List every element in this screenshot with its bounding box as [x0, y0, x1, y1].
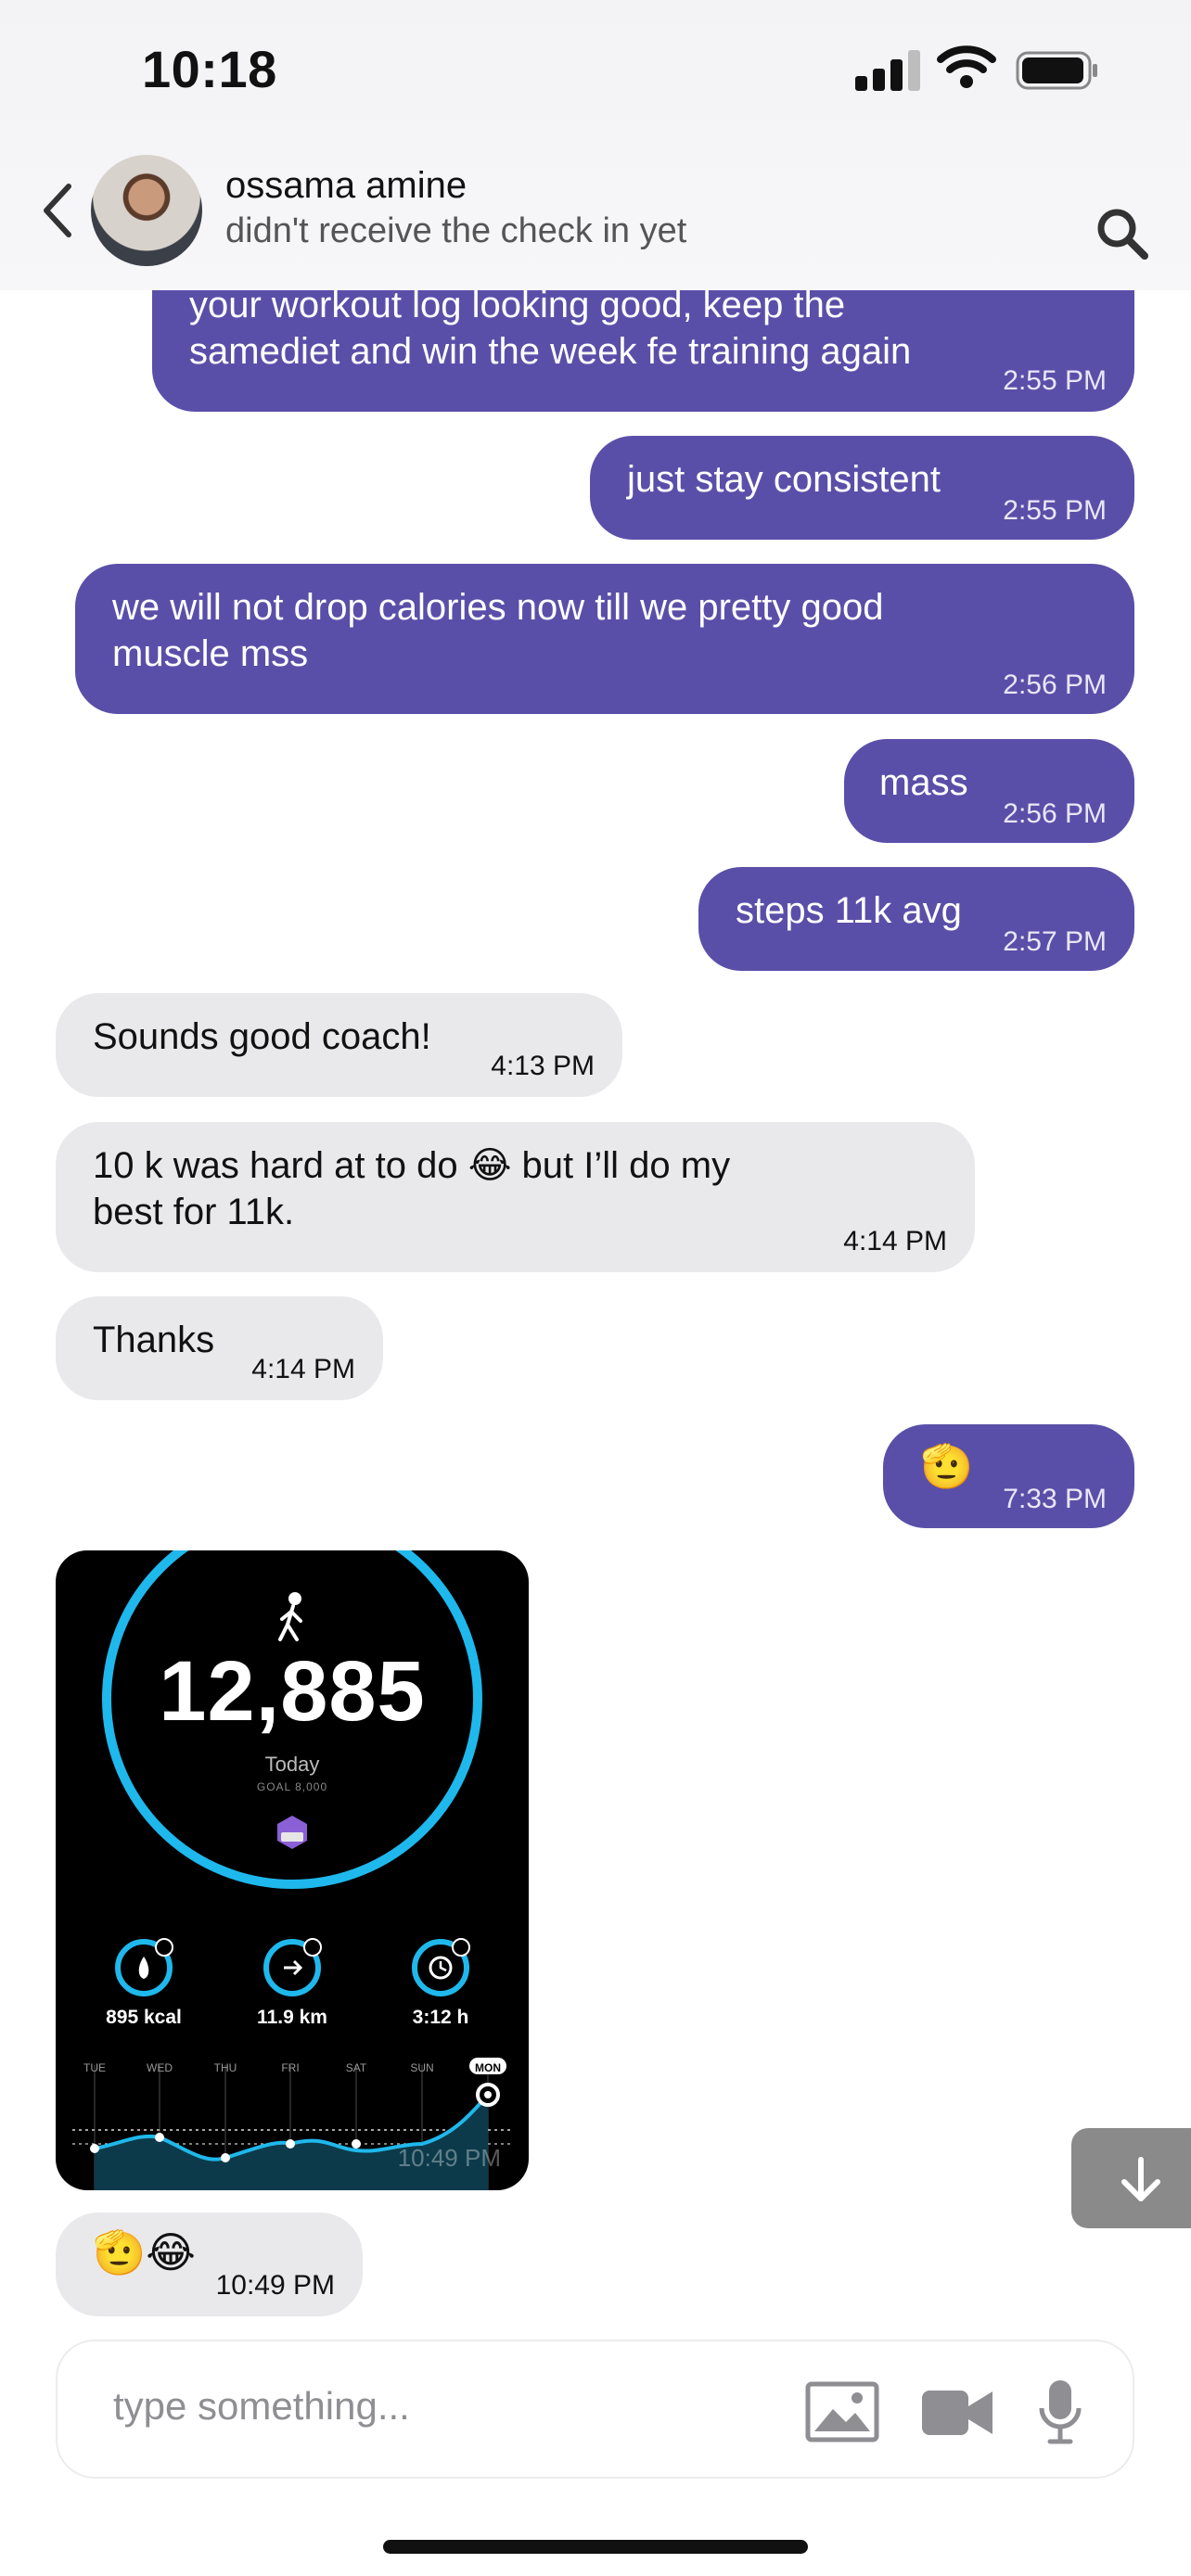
steps-count: 12,885 — [159, 1644, 426, 1739]
message-text: 10 k was hard at to do 😂 but I’ll do my … — [93, 1145, 731, 1232]
day-label: SAT — [345, 2061, 367, 2074]
message-time: 4:14 PM — [251, 1354, 355, 1384]
message-bubble[interactable]: just stay consistent 2:55 PM — [590, 436, 1134, 540]
back-chevron-icon[interactable] — [37, 181, 78, 240]
message-text: Thanks — [93, 1320, 215, 1360]
microphone-icon[interactable] — [1037, 2378, 1083, 2445]
message-text: 🫡 — [920, 1442, 974, 1490]
day-label: THU — [213, 2061, 237, 2074]
message-text: we will not drop calories now till we pr… — [112, 587, 884, 674]
search-icon[interactable] — [1095, 206, 1150, 261]
message-text: steps 11k avg — [736, 890, 962, 931]
image-time-overlay: 10:49 PM — [397, 2144, 501, 2172]
message-bubble[interactable]: mass 2:56 PM — [844, 739, 1134, 843]
steps-period: Today — [264, 1753, 320, 1776]
header-bar: 10:18 ossama amine didn't receive the ch… — [0, 0, 1191, 290]
message-bubble[interactable]: 10 k was hard at to do 😂 but I’ll do my … — [56, 1122, 975, 1272]
stat-calories: 895 kcal — [106, 2007, 182, 2028]
activity-image[interactable]: 12,885 Today GOAL 8,000 895 kcal 11.9 km… — [56, 1550, 529, 2190]
image-icon[interactable] — [805, 2381, 879, 2442]
message-time: 7:33 PM — [1003, 1484, 1107, 1514]
flame-icon — [138, 1957, 149, 1979]
message-input[interactable]: type something... — [113, 2384, 410, 2429]
day-label: WED — [147, 2061, 173, 2074]
message-bubble[interactable]: 🫡 7:33 PM — [883, 1424, 1134, 1528]
message-bubble[interactable]: steps 11k avg 2:57 PM — [698, 867, 1134, 971]
message-time: 2:55 PM — [1003, 365, 1107, 396]
message-bubble[interactable]: we will not drop calories now till we pr… — [75, 564, 1134, 714]
message-time: 2:57 PM — [1003, 926, 1107, 957]
battery-icon — [1016, 51, 1097, 90]
arrow-down-icon — [1121, 2157, 1160, 2201]
stat-duration: 3:12 h — [412, 2007, 469, 2028]
message-time: 2:56 PM — [1003, 670, 1107, 700]
day-label: SUN — [410, 2061, 434, 2074]
message-time: 4:14 PM — [843, 1226, 947, 1256]
steps-goal: GOAL 8,000 — [256, 1780, 328, 1793]
message-text: just stay consistent — [627, 459, 941, 500]
scroll-to-bottom-button[interactable] — [1071, 2128, 1191, 2228]
day-label: FRI — [281, 2061, 300, 2074]
video-camera-icon[interactable] — [922, 2388, 992, 2438]
contact-avatar[interactable] — [91, 155, 202, 266]
message-time: 4:13 PM — [491, 1051, 595, 1081]
message-text: 🫡😂 — [93, 2228, 197, 2276]
message-time: 2:56 PM — [1003, 798, 1107, 829]
contact-name[interactable]: ossama amine — [225, 165, 467, 207]
home-indicator[interactable] — [383, 2540, 808, 2554]
arrow-icon — [284, 1959, 303, 1976]
message-composer[interactable]: type something... — [56, 2340, 1134, 2479]
message-text: your workout log looking good, keep the … — [189, 285, 912, 372]
message-bubble[interactable]: Sounds good coach! 4:13 PM — [56, 993, 622, 1097]
stat-distance: 11.9 km — [257, 2007, 327, 2028]
message-time: 10:49 PM — [215, 2270, 335, 2301]
message-bubble[interactable]: Thanks 4:14 PM — [56, 1296, 383, 1400]
day-label: MON — [475, 2061, 501, 2074]
wifi-icon — [937, 45, 996, 88]
contact-subtitle: didn't receive the check in yet — [225, 211, 687, 250]
message-time: 2:55 PM — [1003, 495, 1107, 526]
signal-icon — [855, 48, 922, 91]
status-time: 10:18 — [142, 40, 277, 98]
message-text: mass — [879, 762, 968, 803]
message-bubble[interactable]: 🫡😂 10:49 PM — [56, 2213, 363, 2316]
day-label: TUE — [83, 2061, 106, 2074]
chat-screen: 10:18 ossama amine didn't receive the ch… — [0, 0, 1191, 2576]
message-text: Sounds good coach! — [93, 1016, 431, 1057]
